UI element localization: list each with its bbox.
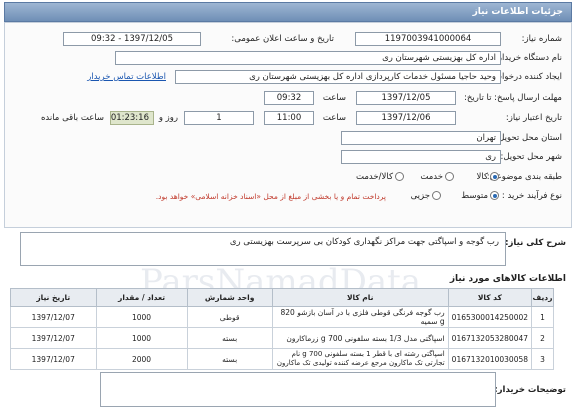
city-label: شهر محل تحویل:: [500, 152, 562, 162]
cell-date: 1397/12/07: [10, 348, 97, 370]
cell-date: 1397/12/07: [10, 327, 97, 349]
cell-row: 3: [531, 348, 554, 370]
buyer-notes-label: توضیحات خریدار:: [494, 385, 566, 395]
need-number-label: شماره نیاز:: [521, 34, 562, 44]
cell-name: اسپاگتی مدل 1/3 بسته سلفونی 700 g زرماکا…: [271, 327, 449, 349]
validity-date-field: 1397/12/06: [356, 111, 456, 125]
buyer-contact-link[interactable]: اطلاعات تماس خریدار: [87, 72, 166, 82]
items-section-title: اطلاعات کالاهای مورد نیاز: [449, 274, 566, 284]
cell-unit: بسته: [186, 348, 273, 370]
cell-row: 2: [531, 327, 554, 349]
validity-label: تاریخ اعتبار نیاز:: [505, 113, 562, 123]
radio-icon[interactable]: [395, 172, 404, 181]
cell-code: 0167132010030058: [447, 348, 533, 370]
radio-selected-icon[interactable]: [490, 191, 499, 200]
remaining-time-field: 01:23:16: [110, 111, 154, 125]
cell-unit: بسته: [186, 327, 273, 349]
send-deadline-label: مهلت ارسال پاسخ: تا تاریخ:: [464, 93, 562, 103]
general-desc-label: شرح کلی نیاز:: [505, 238, 566, 248]
col-row: ردیف: [531, 288, 554, 307]
province-field: تهران: [341, 131, 501, 145]
creator-field: وحید حاجیا مسئول خدمات کارپردازی اداره ک…: [175, 70, 501, 84]
send-date-field: 1397/12/05: [356, 91, 456, 105]
cell-row: 1: [531, 306, 554, 328]
days-label: روز و: [158, 113, 178, 123]
cell-qty: 2000: [95, 348, 188, 370]
items-table: ردیف کد کالا نام کالا واحد شمارش تعداد /…: [10, 288, 554, 370]
announce-field: 1397/12/05 - 09:32: [63, 32, 201, 46]
col-name: نام کالا: [271, 288, 449, 307]
purchase-note: پرداخت تمام و یا بخشی از مبلغ از محل «اس…: [155, 192, 386, 201]
cell-qty: 1000: [95, 306, 188, 328]
radio-icon[interactable]: [432, 191, 441, 200]
col-qty: تعداد / مقدار: [95, 288, 188, 307]
category-option-service[interactable]: خدمت: [420, 172, 454, 182]
page-title: جزئیات اطلاعات نیاز: [4, 2, 572, 22]
purchase-option-minor[interactable]: جزیی: [411, 191, 441, 201]
remaining-label: ساعت باقی مانده: [40, 113, 104, 123]
table-row: 3 0167132010030058 اسپاگتی رشته ای با قط…: [10, 348, 554, 370]
province-label: استان محل تحویل:: [495, 133, 562, 143]
validity-time-label: ساعت: [322, 113, 346, 123]
buyer-field: اداره کل بهزیستی شهرستان ری: [115, 51, 501, 65]
radio-selected-icon[interactable]: [490, 172, 499, 181]
table-row: 1 0165300014250002 رب گوجه فرنگی قوطی فل…: [10, 306, 554, 328]
validity-time-field: 11:00: [264, 111, 314, 125]
purchase-option-medium[interactable]: متوسط: [461, 191, 499, 201]
col-date: تاریخ نیاز: [10, 288, 97, 307]
table-header-row: ردیف کد کالا نام کالا واحد شمارش تعداد /…: [10, 288, 554, 307]
general-desc-box: رب گوجه و اسپاگتی جهت مراکز نگهداری کودک…: [20, 232, 506, 266]
cell-qty: 1000: [95, 327, 188, 349]
buyer-label: نام دستگاه خریدار:: [495, 53, 562, 63]
announce-label: تاریخ و ساعت اعلان عمومی:: [231, 34, 334, 44]
cell-date: 1397/12/07: [10, 306, 97, 328]
cell-code: 0165300014250002: [447, 306, 533, 328]
cell-code: 0167132053280047: [447, 327, 533, 349]
category-option-goods[interactable]: کالا: [477, 172, 499, 182]
days-field: 1: [184, 111, 254, 125]
buyer-notes-box: [100, 372, 496, 407]
cell-unit: قوطی: [186, 306, 273, 328]
purchase-label: نوع فرآیند خرید :: [501, 191, 562, 201]
col-unit: واحد شمارش: [186, 288, 273, 307]
cell-name: اسپاگتی رشته ای با قطر 1 بسته سلفونی 700…: [271, 348, 449, 370]
radio-icon[interactable]: [445, 172, 454, 181]
cell-name: رب گوجه فرنگی قوطی فلزی با در آسان بازشو…: [271, 306, 449, 328]
send-time-field: 09:32: [264, 91, 314, 105]
category-option-goods-service[interactable]: کالا/خدمت: [356, 172, 404, 182]
send-time-label: ساعت: [322, 93, 346, 103]
col-code: کد کالا: [447, 288, 533, 307]
need-number-field: 1197003941000064: [355, 32, 501, 46]
table-row: 2 0167132053280047 اسپاگتی مدل 1/3 بسته …: [10, 327, 554, 349]
city-field: ری: [341, 150, 501, 164]
